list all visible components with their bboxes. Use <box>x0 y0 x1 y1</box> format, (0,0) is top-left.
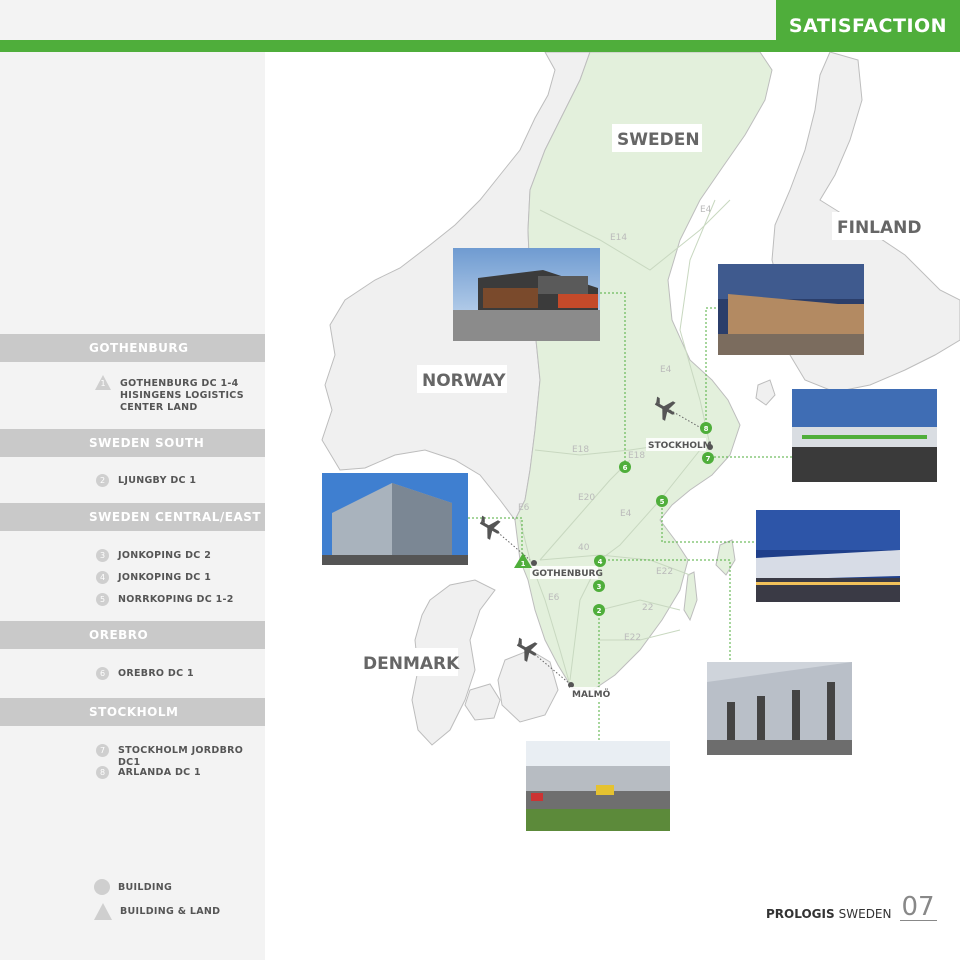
page-number: 07 <box>899 892 937 922</box>
site-item-2: 2 LJUNGBY DC 1 <box>96 474 248 487</box>
country-label-norway: NORWAY <box>422 371 506 391</box>
airplane-icon <box>479 515 501 540</box>
road-label-e6: E6 <box>518 503 530 513</box>
building-icon: 5 <box>96 593 109 606</box>
sidebar: GOTHENBURG 1 GOTHENBURG DC 1-4 HISINGENS… <box>0 52 265 960</box>
city-label-stockholm: STOCKHOLM <box>648 441 712 451</box>
site-label: JONKOPING DC 2 <box>118 550 212 561</box>
site-item-3: 3 JONKOPING DC 2 <box>96 549 248 562</box>
road-label-e4: E4 <box>700 205 712 215</box>
site-item-6: 6 OREBRO DC 1 <box>96 667 248 680</box>
photo-gothenburg-dc <box>322 473 468 565</box>
building-icon: 3 <box>96 549 109 562</box>
marker-label-1: 1 <box>521 560 526 568</box>
region-header-orebro: OREBRO <box>0 621 265 649</box>
site-item-7: 7 STOCKHOLM JORDBRO DC1 <box>96 744 248 769</box>
site-item-8: 8 ARLANDA DC 1 <box>96 766 248 779</box>
marker-label-3: 3 <box>597 583 602 591</box>
marker-label-2: 2 <box>597 607 602 615</box>
marker-label-6: 6 <box>623 464 628 472</box>
road-label-e4-south: E4 <box>620 509 632 519</box>
building-icon: 6 <box>96 667 109 680</box>
country-label-sweden: SWEDEN <box>617 130 700 150</box>
city-dot-gothenburg <box>531 560 537 566</box>
road-label-e22-south: E22 <box>624 633 641 643</box>
site-label: NORRKOPING DC 1-2 <box>118 594 234 605</box>
region-header-sweden-central-east: SWEDEN CENTRAL/EAST <box>0 503 265 531</box>
legend-building-land: BUILDING & LAND <box>94 903 220 920</box>
marker-label-7: 7 <box>706 455 711 463</box>
road-label-e22: E22 <box>656 567 673 577</box>
site-label: OREBRO DC 1 <box>118 668 194 679</box>
road-label-e18-east: E18 <box>628 451 645 461</box>
legend-label: BUILDING & LAND <box>120 906 221 917</box>
road-label-e20: E20 <box>578 493 595 503</box>
site-item-5: 5 NORRKOPING DC 1-2 <box>96 593 248 606</box>
marker-label-5: 5 <box>660 498 665 506</box>
road-label-e14: E14 <box>610 233 627 243</box>
building-land-icon: 1 <box>95 375 111 390</box>
city-label-gothenburg: GOTHENBURG <box>532 569 603 579</box>
site-label: LJUNGBY DC 1 <box>118 475 197 486</box>
country-label-finland: FINLAND <box>837 218 922 238</box>
photo-stockholm-jordbro <box>792 389 937 482</box>
road-label-e6-south: E6 <box>548 593 560 603</box>
city-label-malmo: MALMÖ <box>572 689 611 700</box>
site-label: GOTHENBURG DC 1-4 HISINGENS LOGISTICS CE… <box>120 378 244 413</box>
brand-name: PROLOGIS <box>766 907 835 921</box>
building-icon: 4 <box>96 571 109 584</box>
building-icon: 2 <box>96 474 109 487</box>
footer: PROLOGIS SWEDEN 07 <box>766 894 937 921</box>
site-item-4: 4 JONKOPING DC 1 <box>96 571 248 584</box>
denmark-zealand <box>497 649 559 723</box>
photo-orebro-dc <box>453 248 600 341</box>
road-label-22: 22 <box>642 603 653 613</box>
road-label-e4-north: E4 <box>660 365 672 375</box>
brand-country: SWEDEN <box>838 907 892 921</box>
photo-norrkoping-dc <box>756 510 900 602</box>
site-label: ARLANDA DC 1 <box>118 767 201 778</box>
site-item-1: 1 GOTHENBURG DC 1-4 HISINGENS LOGISTICS … <box>95 375 250 414</box>
legend-label: BUILDING <box>118 881 173 893</box>
road-label-e18: E18 <box>572 445 589 455</box>
region-header-sweden-south: SWEDEN SOUTH <box>0 429 265 457</box>
section-tab: SATISFACTION <box>776 0 960 52</box>
building-icon: 8 <box>96 766 109 779</box>
country-label-denmark: DENMARK <box>363 654 460 674</box>
building-icon <box>94 879 110 895</box>
photo-jonkoping-dc <box>707 662 852 755</box>
photo-arlanda-dc <box>718 264 864 355</box>
site-label: JONKOPING DC 1 <box>118 572 212 583</box>
gotland-island <box>715 539 736 576</box>
marker-label-4: 4 <box>598 558 603 566</box>
denmark-funen <box>464 683 501 721</box>
aland-island <box>755 379 776 406</box>
photo-ljungby-dc <box>526 741 670 831</box>
marker-label-8: 8 <box>704 425 709 433</box>
legend-building: BUILDING <box>94 879 172 895</box>
oland-island <box>683 571 698 622</box>
region-header-stockholm: STOCKHOLM <box>0 698 265 726</box>
building-icon: 7 <box>96 744 109 757</box>
road-label-40: 40 <box>578 543 590 553</box>
building-land-icon <box>94 903 112 920</box>
section-title: SATISFACTION <box>788 15 948 37</box>
region-header-gothenburg: GOTHENBURG <box>0 334 265 362</box>
site-label: STOCKHOLM JORDBRO DC1 <box>118 745 244 768</box>
